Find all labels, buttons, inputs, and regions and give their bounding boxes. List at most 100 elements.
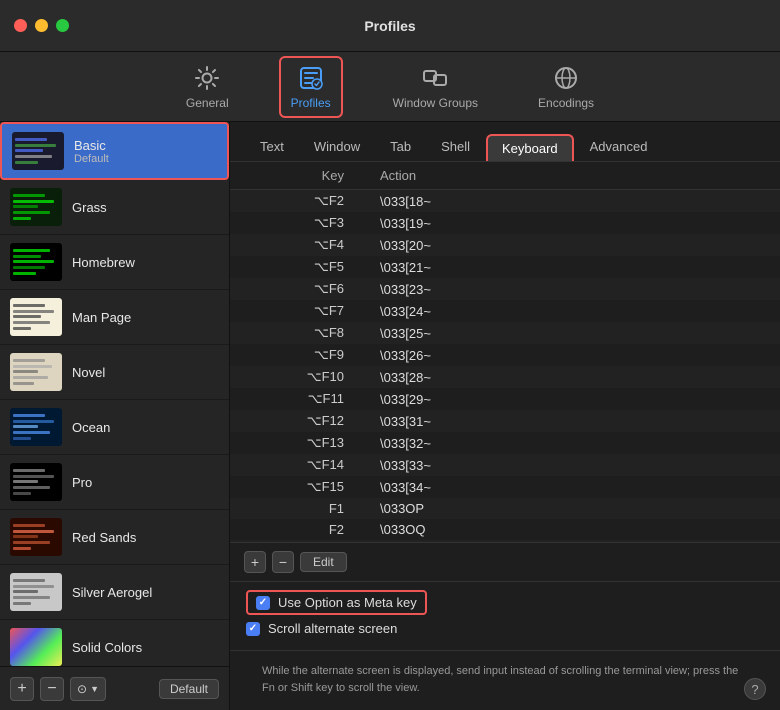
table-row[interactable]: ⌥F11 \033[29~	[230, 388, 780, 410]
window-groups-icon	[421, 64, 449, 92]
tab-window[interactable]: Window	[300, 134, 374, 161]
action-cell: \033[28~	[360, 366, 780, 388]
profile-item-homebrew[interactable]: Homebrew	[0, 235, 229, 290]
profile-name-ocean: Ocean	[72, 420, 110, 435]
profile-item-manpage[interactable]: Man Page	[0, 290, 229, 345]
profile-name-solidcolors: Solid Colors	[72, 640, 142, 655]
sidebar: Basic Default Grass	[0, 122, 230, 710]
set-default-button[interactable]: Default	[159, 679, 219, 699]
table-row[interactable]: F2 \033OQ	[230, 519, 780, 540]
titlebar-buttons	[14, 19, 69, 32]
table-row[interactable]: ⌥F9 \033[26~	[230, 344, 780, 366]
profile-thumb-solidcolors	[10, 628, 62, 666]
profile-item-solidcolors[interactable]: Solid Colors	[0, 620, 229, 666]
tab-keyboard[interactable]: Keyboard	[486, 134, 574, 161]
profile-item-ocean[interactable]: Ocean	[0, 400, 229, 455]
toolbar-encodings-label: Encodings	[538, 96, 594, 110]
col-header-action: Action	[360, 162, 780, 190]
tab-advanced[interactable]: Advanced	[576, 134, 662, 161]
profile-name-grass: Grass	[72, 200, 107, 215]
table-row[interactable]: ⌥F13 \033[32~	[230, 432, 780, 454]
add-profile-button[interactable]: +	[10, 677, 34, 701]
tab-shell[interactable]: Shell	[427, 134, 484, 161]
scroll-note: While the alternate screen is displayed,…	[246, 659, 764, 702]
profile-icon	[297, 64, 325, 92]
key-cell: F1	[230, 498, 360, 519]
remove-key-button[interactable]: −	[272, 551, 294, 573]
action-cell: \033[19~	[360, 212, 780, 234]
more-options-button[interactable]: ⊙ ▼	[70, 677, 106, 701]
profile-name-redsands: Red Sands	[72, 530, 136, 545]
action-cell: \033[33~	[360, 454, 780, 476]
remove-profile-button[interactable]: −	[40, 677, 64, 701]
table-row[interactable]: ⌥F12 \033[31~	[230, 410, 780, 432]
key-cell: ⌥F12	[230, 410, 360, 432]
profile-info-novel: Novel	[72, 365, 105, 380]
encodings-icon	[552, 64, 580, 92]
table-row[interactable]: F1 \033OP	[230, 498, 780, 519]
action-cell: \033[21~	[360, 256, 780, 278]
add-key-button[interactable]: +	[244, 551, 266, 573]
action-cell: \033[26~	[360, 344, 780, 366]
table-row[interactable]: ⌥F3 \033[19~	[230, 212, 780, 234]
key-cell: ⌥F11	[230, 388, 360, 410]
profile-item-pro[interactable]: Pro	[0, 455, 229, 510]
edit-key-button[interactable]: Edit	[300, 552, 347, 572]
profile-item-basic[interactable]: Basic Default	[0, 122, 229, 180]
toolbar-item-encodings[interactable]: Encodings	[528, 58, 604, 116]
table-row[interactable]: ⌥F5 \033[21~	[230, 256, 780, 278]
maximize-button[interactable]	[56, 19, 69, 32]
chevron-down-icon: ▼	[90, 684, 99, 694]
profile-info-homebrew: Homebrew	[72, 255, 135, 270]
key-cell: ⌥F5	[230, 256, 360, 278]
window-title: Profiles	[364, 18, 415, 34]
table-row[interactable]: ⌥F7 \033[24~	[230, 300, 780, 322]
profile-thumb-novel	[10, 353, 62, 391]
table-row[interactable]: ⌥F10 \033[28~	[230, 366, 780, 388]
profile-info-ocean: Ocean	[72, 420, 110, 435]
table-row[interactable]: ⌥F4 \033[20~	[230, 234, 780, 256]
key-cell: ⌥F4	[230, 234, 360, 256]
help-button[interactable]: ?	[744, 678, 766, 700]
toolbar-profiles-label: Profiles	[291, 96, 331, 110]
table-row[interactable]: ⌥F14 \033[33~	[230, 454, 780, 476]
profile-info-manpage: Man Page	[72, 310, 131, 325]
profile-info-basic: Basic Default	[74, 138, 109, 165]
profile-list: Basic Default Grass	[0, 122, 229, 666]
tab-text[interactable]: Text	[246, 134, 298, 161]
main-content: Basic Default Grass	[0, 122, 780, 710]
profile-info-solidcolors: Solid Colors	[72, 640, 142, 655]
profile-name-silveraerogel: Silver Aerogel	[72, 585, 152, 600]
toolbar-item-window-groups[interactable]: Window Groups	[383, 58, 488, 116]
key-cell: ⌥F2	[230, 190, 360, 213]
profile-name-homebrew: Homebrew	[72, 255, 135, 270]
gear-icon	[193, 64, 221, 92]
table-row[interactable]: ⌥F2 \033[18~	[230, 190, 780, 213]
titlebar: Profiles	[0, 0, 780, 52]
toolbar-item-general[interactable]: General	[176, 58, 239, 116]
scroll-alternate-checkbox[interactable]	[246, 622, 260, 636]
profile-thumb-ocean	[10, 408, 62, 446]
action-cell: \033[25~	[360, 322, 780, 344]
table-row[interactable]: ⌥F8 \033[25~	[230, 322, 780, 344]
profile-item-redsands[interactable]: Red Sands	[0, 510, 229, 565]
toolbar-item-profiles[interactable]: Profiles	[279, 56, 343, 118]
use-option-meta-checkbox[interactable]	[256, 596, 270, 610]
scroll-alternate-row: Scroll alternate screen	[246, 621, 764, 636]
table-row[interactable]: ⌥F6 \033[23~	[230, 278, 780, 300]
profile-sub-basic: Default	[74, 153, 109, 165]
table-row[interactable]: ⌥F15 \033[34~	[230, 476, 780, 498]
profile-thumb-homebrew	[10, 243, 62, 281]
profile-item-silveraerogel[interactable]: Silver Aerogel	[0, 565, 229, 620]
profile-thumb-pro	[10, 463, 62, 501]
action-cell: \033[34~	[360, 476, 780, 498]
key-cell: ⌥F10	[230, 366, 360, 388]
profile-item-novel[interactable]: Novel	[0, 345, 229, 400]
profile-info-pro: Pro	[72, 475, 92, 490]
minimize-button[interactable]	[35, 19, 48, 32]
profile-item-grass[interactable]: Grass	[0, 180, 229, 235]
profile-info-redsands: Red Sands	[72, 530, 136, 545]
tab-tab[interactable]: Tab	[376, 134, 425, 161]
scroll-alternate-label: Scroll alternate screen	[268, 621, 397, 636]
close-button[interactable]	[14, 19, 27, 32]
